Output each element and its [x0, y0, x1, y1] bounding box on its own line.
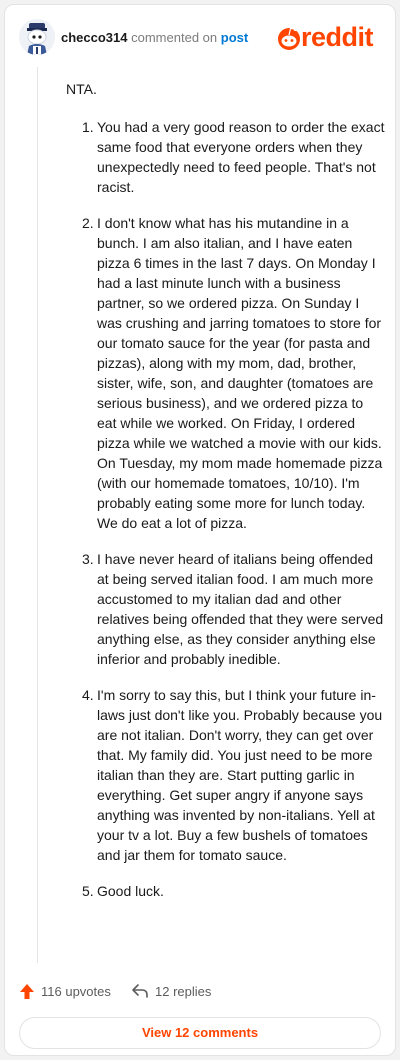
reply-arrow-icon [132, 984, 148, 998]
list-text: I'm sorry to say this, but I think your … [97, 687, 383, 863]
list-number: 2. [82, 215, 94, 231]
list-text: I don't know what has his mutandine in a… [97, 215, 383, 531]
list-number: 3. [82, 551, 94, 567]
comment-list: 1. You had a very good reason to order th… [66, 117, 386, 901]
thread-line[interactable] [37, 67, 38, 963]
list-text: You had a very good reason to order the … [97, 119, 385, 195]
upvote-count: 116 upvotes [41, 984, 111, 999]
list-number: 5. [82, 883, 94, 899]
comment-opening: NTA. [66, 81, 97, 97]
view-comments-button[interactable]: View 12 comments [19, 1017, 381, 1049]
reddit-logo-icon [278, 27, 300, 50]
comment-card: checco314 commented on post reddit NTA. … [4, 4, 396, 1056]
post-link[interactable]: post [221, 30, 248, 45]
username-link[interactable]: checco314 [61, 30, 128, 45]
list-item: 2. I don't know what has his mutandine in… [66, 213, 386, 533]
list-text: I have never heard of italians being off… [97, 551, 384, 667]
reddit-wordmark: reddit [301, 22, 374, 52]
upvote-arrow-icon [20, 984, 34, 999]
comment-body: NTA. 1. You had a very good reason to ord… [66, 79, 386, 917]
comment-header: checco314 commented on post reddit [19, 19, 381, 59]
list-text: Good luck. [97, 883, 164, 899]
list-item: 5. Good luck. [66, 881, 386, 901]
commented-on-text: commented on [131, 30, 218, 45]
list-number: 4. [82, 687, 94, 703]
byline: checco314 commented on post [61, 30, 248, 45]
upvote-button[interactable]: 116 upvotes [19, 983, 111, 1000]
reply-count: 12 replies [155, 983, 212, 999]
comment-footer: 116 upvotes 12 replies [19, 983, 381, 1003]
list-item: 4. I'm sorry to say this, but I think you… [66, 685, 386, 865]
avatar[interactable] [19, 19, 55, 55]
avatar-snoo-icon [19, 19, 55, 55]
list-item: 1. You had a very good reason to order th… [66, 117, 386, 197]
replies-button[interactable]: 12 replies [131, 983, 211, 999]
reddit-logo[interactable]: reddit [277, 21, 381, 53]
list-item: 3. I have never heard of italians being o… [66, 549, 386, 669]
list-number: 1. [82, 119, 94, 135]
